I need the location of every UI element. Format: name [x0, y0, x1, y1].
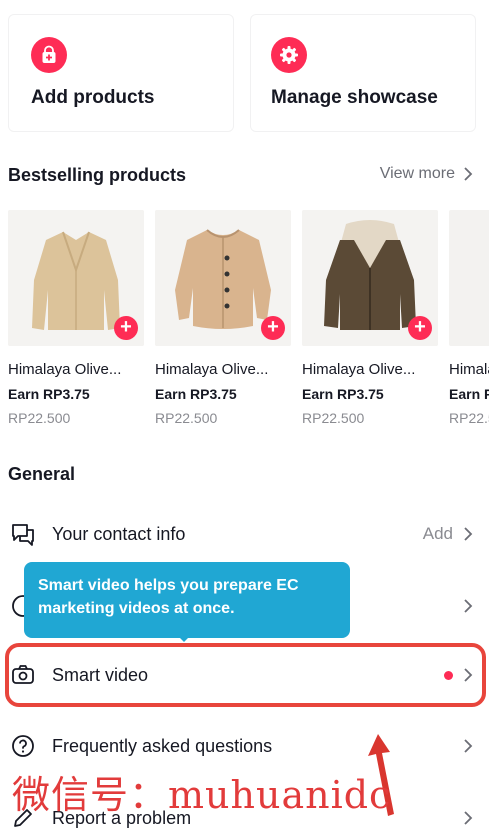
product-earn: Earn RP3.75 — [155, 386, 237, 402]
bestselling-title: Bestselling products — [8, 165, 187, 185]
watermark-text: 微信号：muhuanidc — [12, 773, 392, 817]
product-earn: Earn RP3.75 — [449, 386, 489, 402]
contact-info-add-link[interactable]: Add — [423, 524, 453, 544]
chevron-right-icon — [464, 811, 473, 825]
view-more-label: View more — [379, 165, 455, 182]
product-name: Himalaya Olive... — [155, 361, 269, 378]
product-image-partial-product — [449, 210, 489, 346]
product-earn: Earn RP3.75 — [8, 386, 90, 402]
smart-video-tooltip[interactable]: Smart video helps you prepare EC marketi… — [24, 562, 350, 638]
top-action-cards: Add products Manage showcase — [0, 0, 489, 140]
chat-bubble-icon — [12, 524, 34, 546]
product-name: Himalaya Olive... — [302, 361, 416, 378]
add-to-showcase-button[interactable]: + — [408, 316, 432, 340]
highlight-annotation-box — [5, 643, 486, 707]
chevron-right-icon — [464, 739, 473, 753]
contact-info-label: Your contact info — [52, 523, 186, 544]
product-card[interactable]: + Himalaya Olive... Earn RP3.75 RP22.500 — [302, 210, 438, 426]
product-price: RP22.500 — [302, 410, 365, 426]
add-products-card[interactable]: Add products — [8, 14, 234, 132]
add-products-label: Add products — [31, 87, 155, 108]
gear-icon — [271, 37, 307, 73]
view-more-link[interactable]: View more — [380, 165, 473, 183]
manage-showcase-label: Manage showcase — [271, 87, 438, 108]
product-image-tan-collarless-jacket: + — [155, 210, 291, 346]
product-name: Himalaya Olive... — [8, 361, 122, 378]
product-price: RP22.500 — [8, 410, 71, 426]
add-to-showcase-button[interactable]: + — [114, 316, 138, 340]
chevron-right-icon — [464, 527, 473, 541]
manage-showcase-card[interactable]: Manage showcase — [250, 14, 476, 132]
question-circle-icon — [12, 735, 34, 757]
product-image-brown-shearling-jacket: + — [302, 210, 438, 346]
add-bag-icon — [31, 37, 67, 73]
product-name: Himalaya Olive... — [449, 361, 489, 378]
product-price: RP22.500 — [449, 410, 489, 426]
general-title: General — [8, 464, 76, 484]
product-card[interactable]: + Himalaya Olive... Earn RP3.75 RP22.500 — [8, 210, 144, 426]
bestselling-products-list: + Himalaya Olive... Earn RP3.75 RP22.500… — [8, 210, 489, 440]
product-card[interactable]: Himalaya Olive... Earn RP3.75 RP22.500 — [449, 210, 489, 426]
product-earn: Earn RP3.75 — [302, 386, 384, 402]
contact-info-row[interactable]: Your contact info Add — [0, 506, 489, 562]
faq-label: Frequently asked questions — [52, 735, 273, 756]
product-image-beige-blazer: + — [8, 210, 144, 346]
add-to-showcase-button[interactable]: + — [261, 316, 285, 340]
chevron-right-icon — [464, 167, 473, 181]
product-price: RP22.500 — [155, 410, 218, 426]
tooltip-pointer — [176, 634, 192, 642]
chevron-right-icon — [464, 599, 473, 613]
product-card[interactable]: + Himalaya Olive... Earn RP3.75 RP22.500 — [155, 210, 291, 426]
